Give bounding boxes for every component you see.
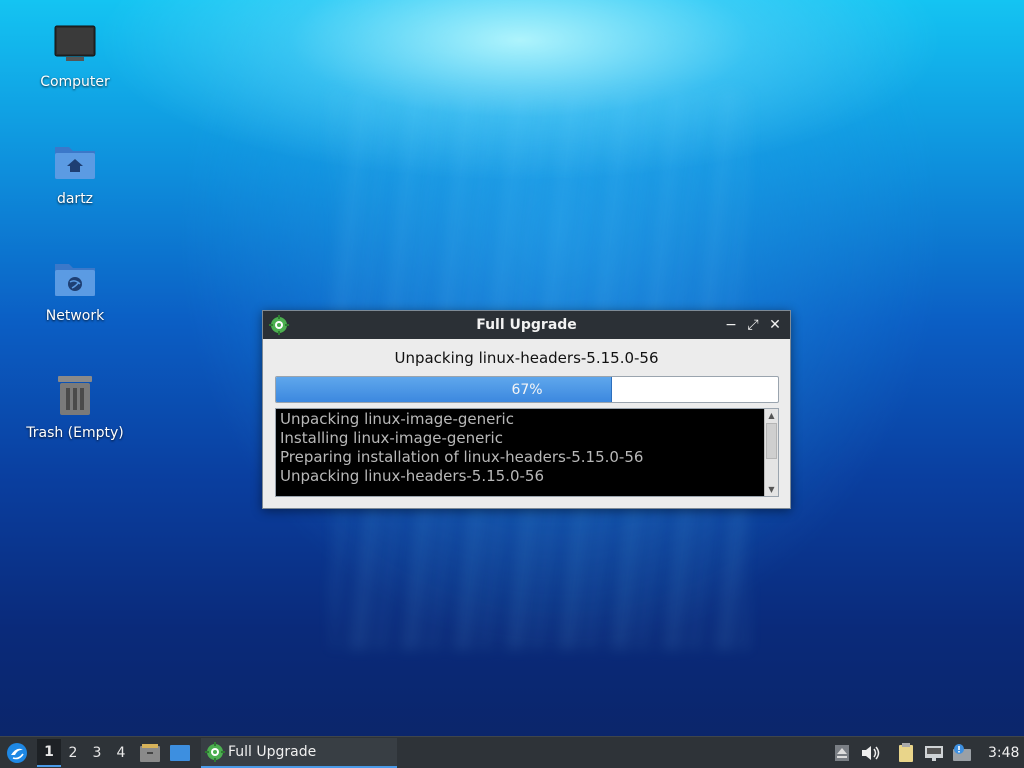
gear-icon [269,315,289,335]
progress-bar: 67% [275,376,779,403]
minimize-button[interactable]: − [722,315,740,335]
file-manager-launcher[interactable] [137,740,163,766]
gear-icon [205,741,225,762]
system-tray: 3:48 [826,737,1024,768]
workspace-4[interactable]: 4 [109,739,133,767]
maximize-button[interactable]: ⤢ [744,315,762,335]
volume-icon[interactable] [858,741,882,765]
eject-icon[interactable] [830,741,854,765]
window-titlebar[interactable]: Full Upgrade − ⤢ ✕ [263,311,790,339]
network-icon[interactable] [922,741,946,765]
log-scrollbar[interactable]: ▲ ▼ [764,409,778,496]
scroll-down-arrow-icon[interactable]: ▼ [765,483,778,496]
show-desktop-button[interactable] [167,740,193,766]
lubuntu-logo-icon [7,742,27,763]
taskbar: 1 2 3 4 Full Upgrade 3:48 [0,736,1024,768]
workspace-1[interactable]: 1 [37,738,61,767]
desktop-icon-computer[interactable]: Computer [10,22,140,90]
clipboard-icon[interactable] [894,741,918,765]
progress-percent: 67% [511,381,543,398]
log-output: Unpacking linux-image-generic Installing… [275,408,779,497]
log-line: Installing linux-image-generic [280,429,503,447]
update-notifier-icon[interactable] [950,741,974,765]
scroll-up-arrow-icon[interactable]: ▲ [765,409,778,422]
network-folder-icon [53,256,97,300]
log-line: Unpacking linux-headers-5.15.0-56 [280,467,545,485]
taskbar-task-full-upgrade[interactable]: Full Upgrade [201,737,397,768]
desktop-icon [170,744,190,761]
desktop-icon-trash[interactable]: Trash (Empty) [10,373,140,441]
desktop-icon-label: Computer [40,74,110,90]
close-button[interactable]: ✕ [766,315,784,335]
file-manager-icon [140,743,160,762]
computer-monitor-icon [53,22,97,66]
window-title: Full Upgrade [476,317,577,333]
desktop-icon-label: Trash (Empty) [26,425,124,441]
start-menu-button[interactable] [3,739,31,767]
log-line: Preparing installation of linux-headers-… [280,448,644,466]
clock[interactable]: 3:48 [988,745,1020,761]
desktop-icon-label: Network [45,308,105,324]
workspace-3[interactable]: 3 [85,739,109,767]
workspace-2[interactable]: 2 [61,739,85,767]
desktop-icon-label: dartz [56,191,94,207]
log-line: Unpacking linux-image-generic [280,410,514,428]
task-label: Full Upgrade [228,743,317,760]
home-folder-icon [53,139,97,183]
desktop-icon-network[interactable]: Network [10,256,140,324]
scrollbar-thumb[interactable] [766,423,777,459]
status-text: Unpacking linux-headers-5.15.0-56 [394,349,659,367]
trash-icon [53,373,97,417]
desktop-icon-home-folder[interactable]: dartz [10,139,140,207]
full-upgrade-window: Full Upgrade − ⤢ ✕ Unpacking linux-heade… [262,310,791,509]
